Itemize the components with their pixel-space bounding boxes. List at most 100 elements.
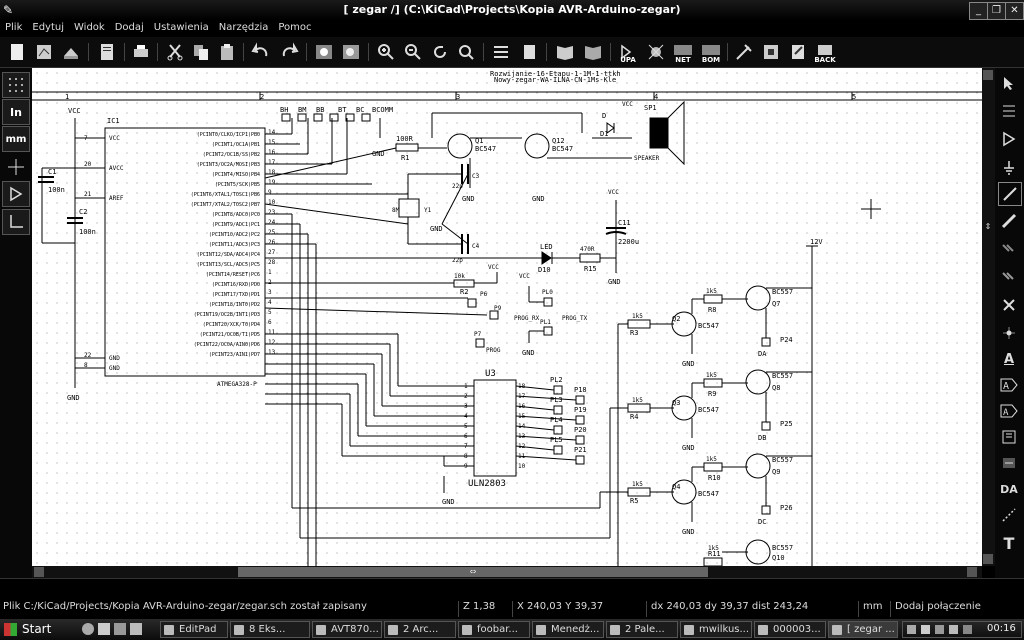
hierarchical-sheet-icon[interactable] [998, 426, 1020, 448]
back-annotate-button[interactable]: BACK [814, 41, 836, 64]
copy-button[interactable] [190, 41, 212, 63]
tray-icon[interactable] [907, 625, 916, 634]
cvpcb-button[interactable] [733, 41, 755, 63]
task-explorer[interactable]: 8 Eks... [230, 621, 310, 638]
base-resistor[interactable] [627, 403, 651, 413]
cut-button[interactable] [164, 41, 186, 63]
u3-body[interactable] [473, 379, 517, 477]
place-bus-icon[interactable] [998, 210, 1020, 232]
task-menedzer[interactable]: Menedż... [532, 621, 604, 638]
task-archive[interactable]: 2 Arc... [384, 621, 456, 638]
schematic-canvas[interactable]: 1 2 3 4 5 Rozwijanie-16-Etapu-1-1M-1-ttk… [32, 68, 982, 566]
print-button[interactable] [130, 41, 152, 63]
menu-narzedzia[interactable]: Narzędzia [214, 20, 274, 35]
pcbnew-button[interactable] [760, 41, 782, 63]
find-button[interactable] [313, 41, 335, 63]
grid-toggle-icon[interactable] [2, 72, 30, 98]
quicklaunch-browser-icon[interactable] [82, 623, 94, 635]
tray-icon[interactable] [935, 625, 944, 634]
scroll-right-icon[interactable] [967, 567, 977, 577]
quicklaunch-desktop-icon[interactable] [98, 623, 110, 635]
menu-plik[interactable]: Plik [0, 20, 27, 35]
erc-button[interactable] [645, 41, 667, 63]
global-label-icon[interactable]: A [998, 374, 1020, 396]
bus-bus-entry-icon[interactable] [998, 266, 1020, 288]
select-arrow-icon[interactable] [998, 72, 1020, 94]
hierarchy-navigator-button[interactable] [490, 41, 512, 63]
graphic-line-icon[interactable] [998, 504, 1020, 526]
task-zegar[interactable]: [ zegar ... [828, 621, 898, 638]
menu-edytuj[interactable]: Edytuj [27, 20, 69, 35]
graphic-text-icon[interactable]: T [998, 532, 1020, 554]
vertical-scrollbar[interactable]: ⇕ [982, 68, 995, 566]
hierarchical-label-icon[interactable]: A [998, 400, 1020, 422]
place-component-icon[interactable] [998, 128, 1020, 150]
tray-network-icon[interactable] [963, 625, 972, 634]
maximize-button[interactable]: ❐ [987, 2, 1006, 20]
wire-angle-icon[interactable] [2, 209, 30, 235]
pnp-transistor[interactable] [745, 285, 771, 311]
pnp-transistor[interactable] [745, 453, 771, 479]
scroll-down-icon[interactable] [983, 554, 993, 564]
library-editor-button[interactable] [554, 41, 576, 63]
page-settings-button[interactable] [96, 41, 118, 63]
task-avt[interactable]: AVT870... [312, 621, 382, 638]
junction-icon[interactable] [998, 322, 1020, 344]
task-palette[interactable]: 2 Pale... [606, 621, 678, 638]
units-inch-button[interactable]: In [2, 99, 30, 125]
minimize-button[interactable]: _ [969, 2, 988, 20]
scroll-up-icon[interactable] [983, 70, 993, 80]
cursor-shape-icon[interactable] [2, 154, 30, 180]
scroll-left-icon[interactable] [34, 567, 44, 577]
task-editpad[interactable]: EditPad [160, 621, 228, 638]
pullup-resistor[interactable] [703, 462, 723, 472]
horizontal-scrollbar[interactable]: ⇔ [32, 566, 982, 578]
new-schematic-button[interactable] [6, 41, 28, 63]
zoom-out-icon[interactable] [402, 41, 424, 63]
menu-ustawienia[interactable]: Ustawienia [149, 20, 214, 35]
scroll-thumb-icon[interactable]: ⇕ [983, 222, 993, 232]
task-foobar[interactable]: foobar... [458, 621, 530, 638]
hidden-pins-icon[interactable] [2, 181, 30, 207]
library-browser-button[interactable] [582, 41, 604, 63]
tray-volume-icon[interactable] [949, 625, 958, 634]
paste-button[interactable] [216, 41, 238, 63]
zoom-fit-icon[interactable] [455, 41, 477, 63]
quicklaunch-explorer-icon[interactable] [114, 623, 126, 635]
undo-button[interactable] [250, 41, 272, 63]
base-resistor[interactable] [627, 319, 651, 329]
wire-bus-entry-icon[interactable] [998, 238, 1020, 260]
import-sheet-pin-icon[interactable] [998, 452, 1020, 474]
highlight-net-icon[interactable] [998, 100, 1020, 122]
place-power-icon[interactable] [998, 156, 1020, 178]
zoom-in-icon[interactable] [375, 41, 397, 63]
pullup-resistor[interactable] [703, 294, 723, 304]
find-replace-button[interactable] [340, 41, 362, 63]
place-wire-icon[interactable] [998, 182, 1022, 206]
horizontal-scroll-thumb[interactable]: ⇔ [238, 567, 708, 577]
save-button[interactable] [60, 41, 82, 63]
open-button[interactable] [33, 41, 55, 63]
net-label-icon[interactable]: A [998, 348, 1020, 370]
units-mm-button[interactable]: mm [2, 126, 30, 152]
redo-button[interactable] [278, 41, 300, 63]
edit-fields-button[interactable] [787, 41, 809, 63]
start-button[interactable]: Start [0, 619, 70, 640]
annotate-button[interactable]: UPA [617, 41, 639, 64]
close-button[interactable]: ✕ [1005, 2, 1024, 20]
no-connect-icon[interactable] [998, 294, 1020, 316]
task-mwilkus[interactable]: mwilkus... [680, 621, 752, 638]
tray-icon[interactable] [921, 625, 930, 634]
menu-pomoc[interactable]: Pomoc [273, 20, 316, 35]
pnp-transistor[interactable] [745, 369, 771, 395]
sheet-pin-icon[interactable]: DA [998, 478, 1020, 500]
zoom-redraw-icon[interactable] [429, 41, 451, 63]
quicklaunch-app-icon[interactable] [130, 623, 142, 635]
bom-button[interactable]: BOM [700, 41, 722, 64]
leave-sheet-button[interactable] [518, 41, 540, 63]
menu-dodaj[interactable]: Dodaj [110, 20, 149, 35]
pullup-resistor[interactable] [703, 378, 723, 388]
task-000003[interactable]: 000003... [754, 621, 826, 638]
netlist-button[interactable]: NET [672, 41, 694, 64]
base-resistor[interactable] [627, 487, 651, 497]
